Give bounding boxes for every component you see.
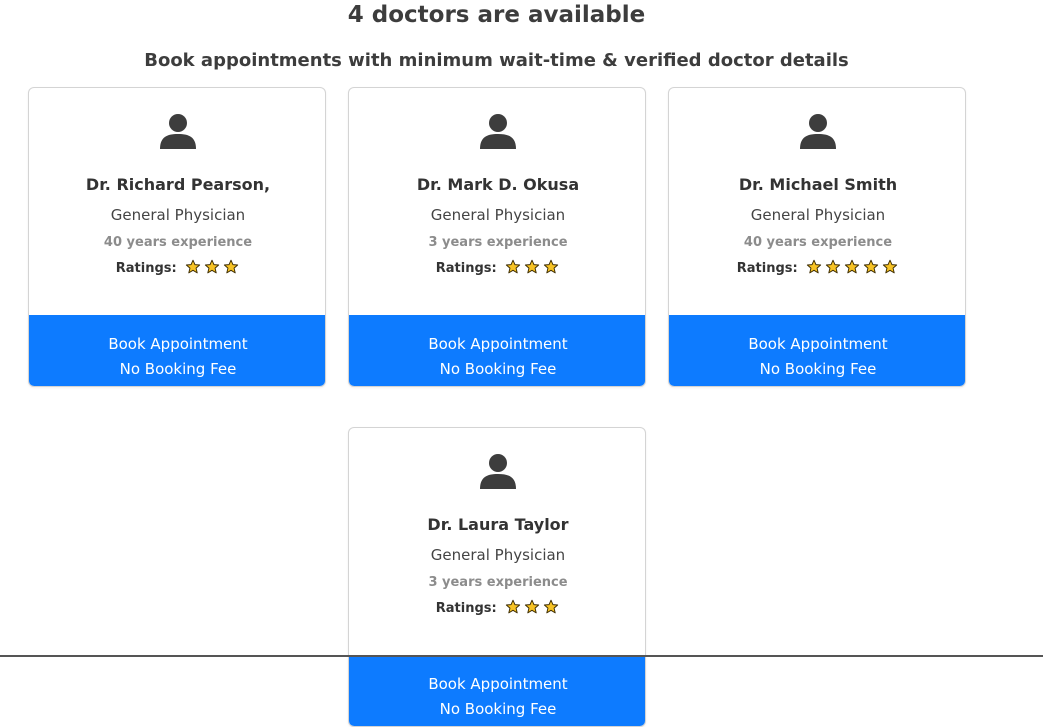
doctor-specialty: General Physician bbox=[430, 546, 566, 564]
ratings-label: Ratings: bbox=[736, 261, 798, 276]
star-icon bbox=[505, 599, 520, 614]
star-icon bbox=[806, 259, 821, 274]
star-rating bbox=[503, 599, 560, 622]
doctor-experience: 3 years experience bbox=[428, 575, 568, 590]
doctor-specialty: General Physician bbox=[750, 206, 886, 224]
star-icon bbox=[524, 599, 539, 614]
doctor-experience: 40 years experience bbox=[103, 235, 253, 250]
doctor-ratings: Ratings: bbox=[349, 599, 645, 622]
book-appointment-label: Book Appointment bbox=[428, 335, 568, 353]
doctor-card: Dr. Richard Pearson, General Physician 4… bbox=[28, 87, 326, 387]
doctor-card: Dr. Michael Smith General Physician 40 y… bbox=[668, 87, 966, 387]
doctor-experience: 3 years experience bbox=[428, 235, 568, 250]
doctor-ratings: Ratings: bbox=[349, 259, 645, 282]
doctor-name: Dr. Mark D. Okusa bbox=[416, 175, 580, 194]
ratings-label: Ratings: bbox=[435, 601, 497, 616]
book-appointment-label: Book Appointment bbox=[108, 335, 248, 353]
doctor-name: Dr. Richard Pearson, bbox=[85, 175, 271, 194]
book-appointment-button[interactable]: Book Appointment No Booking Fee bbox=[669, 315, 965, 386]
star-rating bbox=[183, 259, 240, 282]
doctor-specialty: General Physician bbox=[430, 206, 566, 224]
page-title: 4 doctors are available bbox=[347, 2, 646, 28]
book-appointment-button[interactable]: Book Appointment No Booking Fee bbox=[349, 315, 645, 386]
doctor-specialty: General Physician bbox=[110, 206, 246, 224]
doctor-name: Dr. Michael Smith bbox=[738, 175, 898, 194]
star-icon bbox=[543, 259, 558, 274]
book-appointment-label: Book Appointment bbox=[428, 675, 568, 693]
no-booking-fee-label: No Booking Fee bbox=[119, 360, 237, 378]
user-icon bbox=[160, 113, 196, 149]
user-icon bbox=[800, 113, 836, 149]
star-icon bbox=[505, 259, 520, 274]
book-appointment-button[interactable]: Book Appointment No Booking Fee bbox=[29, 315, 325, 386]
doctor-card: Dr. Laura Taylor General Physician 3 yea… bbox=[348, 427, 646, 727]
doctor-experience: 40 years experience bbox=[743, 235, 893, 250]
star-icon bbox=[863, 259, 878, 274]
star-icon bbox=[825, 259, 840, 274]
no-booking-fee-label: No Booking Fee bbox=[439, 700, 557, 718]
doctor-card: Dr. Mark D. Okusa General Physician 3 ye… bbox=[348, 87, 646, 387]
star-icon bbox=[524, 259, 539, 274]
book-appointment-button[interactable]: Book Appointment No Booking Fee bbox=[349, 655, 645, 726]
star-rating bbox=[503, 259, 560, 282]
user-icon bbox=[480, 453, 516, 489]
ratings-label: Ratings: bbox=[115, 261, 177, 276]
star-icon bbox=[204, 259, 219, 274]
page-subtitle: Book appointments with minimum wait-time… bbox=[144, 50, 849, 71]
book-appointment-label: Book Appointment bbox=[748, 335, 888, 353]
star-icon bbox=[543, 599, 558, 614]
star-icon bbox=[844, 259, 859, 274]
doctor-ratings: Ratings: bbox=[29, 259, 325, 282]
no-booking-fee-label: No Booking Fee bbox=[439, 360, 557, 378]
star-icon bbox=[185, 259, 200, 274]
doctor-ratings: Ratings: bbox=[669, 259, 965, 282]
star-icon bbox=[223, 259, 238, 274]
ratings-label: Ratings: bbox=[435, 261, 497, 276]
star-rating bbox=[804, 259, 899, 282]
no-booking-fee-label: No Booking Fee bbox=[759, 360, 877, 378]
doctor-name: Dr. Laura Taylor bbox=[427, 515, 569, 534]
user-icon bbox=[480, 113, 516, 149]
star-icon bbox=[882, 259, 897, 274]
